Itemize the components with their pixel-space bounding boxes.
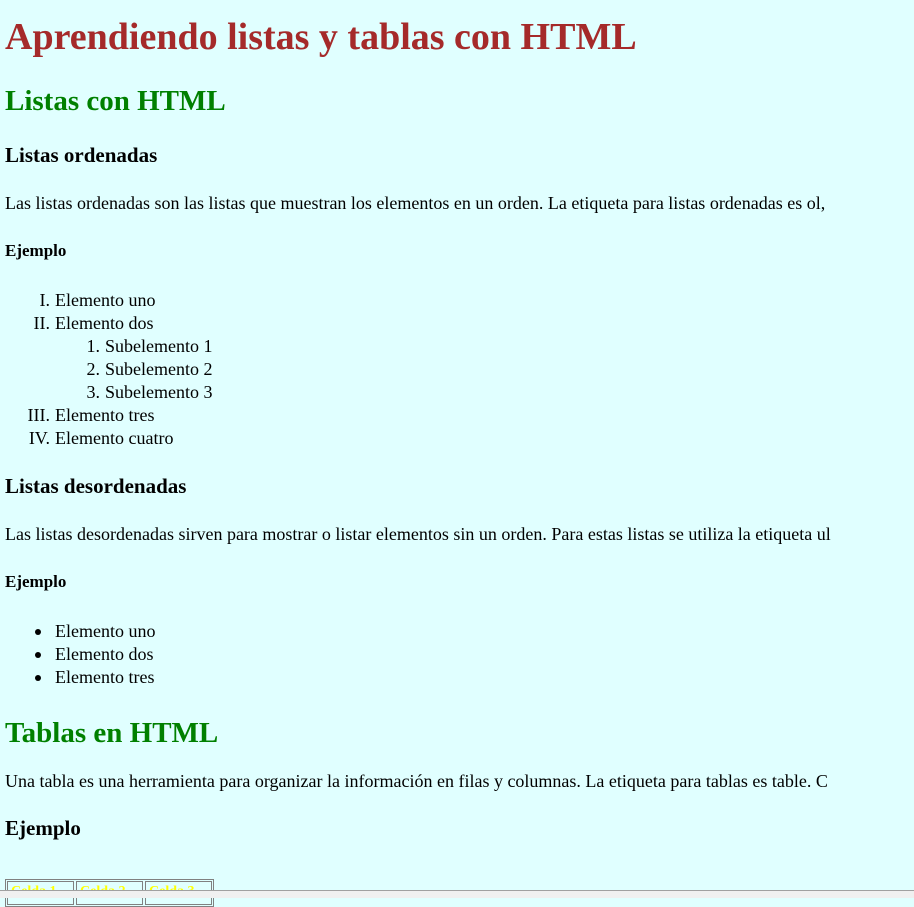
tables-example-heading: Ejemplo (5, 816, 81, 840)
tables-section-heading: Tablas en HTML (5, 717, 219, 749)
list-item: II. Elemento dos (5, 312, 914, 335)
list-item: III. Elemento tres (5, 404, 914, 427)
ordered-lists-heading: Listas ordenadas (5, 143, 158, 167)
list-marker: II. (33, 313, 51, 333)
list-item-label: Elemento tres (55, 405, 155, 425)
page-title: Aprendiendo listas y tablas con HTML (5, 16, 637, 58)
unordered-lists-paragraph: Las listas desordenadas sirven para most… (5, 524, 831, 544)
list-marker: IV. (28, 428, 50, 448)
bullet-icon (35, 675, 41, 681)
list-item-label: Elemento dos (55, 313, 154, 333)
list-item-label: Elemento uno (55, 290, 156, 310)
lists-section-heading: Listas con HTML (5, 85, 226, 117)
list-marker: 2. (86, 359, 101, 379)
ordered-lists-paragraph: Las listas ordenadas son las listas que … (5, 193, 826, 213)
list-item: Elemento tres (5, 666, 914, 689)
sublist-item: 2. Subelemento 2 (5, 358, 914, 381)
page-content: Aprendiendo listas y tablas con HTML Lis… (5, 0, 914, 840)
list-item: IV. Elemento cuatro (5, 427, 914, 450)
bullet-icon (35, 652, 41, 658)
list-marker: 1. (86, 336, 101, 356)
list-item-label: Elemento cuatro (55, 428, 174, 448)
bullet-icon (35, 629, 41, 635)
horizontal-scrollbar[interactable] (0, 890, 914, 898)
ordered-example-heading: Ejemplo (5, 241, 67, 260)
list-item-label: Subelemento 3 (105, 382, 213, 402)
list-item: Elemento uno (5, 620, 914, 643)
list-item-label: Subelemento 2 (105, 359, 213, 379)
list-item: I. Elemento uno (5, 289, 914, 312)
list-marker: 3. (86, 382, 101, 402)
tables-paragraph: Una tabla es una herramienta para organi… (5, 771, 828, 791)
list-item-label: Elemento uno (55, 621, 156, 641)
unordered-example-heading: Ejemplo (5, 572, 67, 591)
list-item-label: Elemento dos (55, 644, 154, 664)
unordered-lists-heading: Listas desordenadas (5, 474, 187, 498)
ordered-list: I. Elemento uno II. Elemento dos 1. Sube… (5, 289, 914, 450)
sublist-item: 1. Subelemento 1 (5, 335, 914, 358)
list-marker: III. (27, 405, 50, 425)
sublist-item: 3. Subelemento 3 (5, 381, 914, 404)
list-item: Elemento dos (5, 643, 914, 666)
list-item-label: Elemento tres (55, 667, 155, 687)
list-marker: I. (39, 290, 51, 310)
list-item-label: Subelemento 1 (105, 336, 213, 356)
unordered-list: Elemento uno Elemento dos Elemento tres (5, 620, 914, 689)
